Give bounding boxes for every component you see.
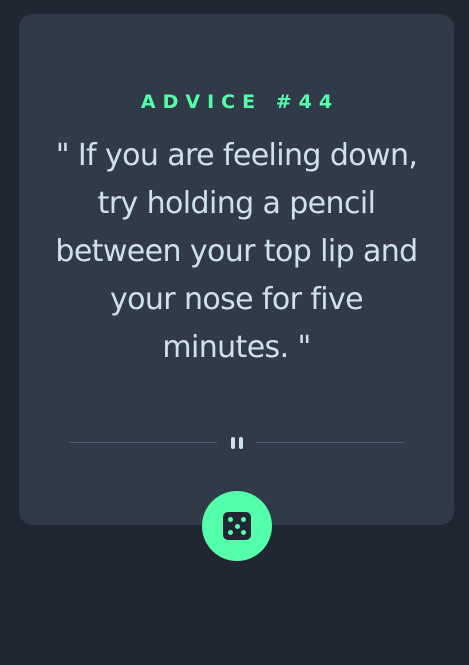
advice-card: ADVICE #44 " If you are feeling down, tr… <box>19 14 454 525</box>
advice-quote: " If you are feeling down, try holding a… <box>55 138 418 365</box>
pause-icon <box>230 436 244 450</box>
divider-line-right <box>256 442 404 443</box>
divider-line-left <box>69 442 217 443</box>
pause-bar-right <box>239 437 243 449</box>
dice-icon <box>223 512 251 540</box>
advice-number: ADVICE #44 <box>140 91 340 113</box>
pause-bar-left <box>231 437 235 449</box>
divider <box>69 435 404 451</box>
new-advice-button[interactable] <box>202 491 272 561</box>
